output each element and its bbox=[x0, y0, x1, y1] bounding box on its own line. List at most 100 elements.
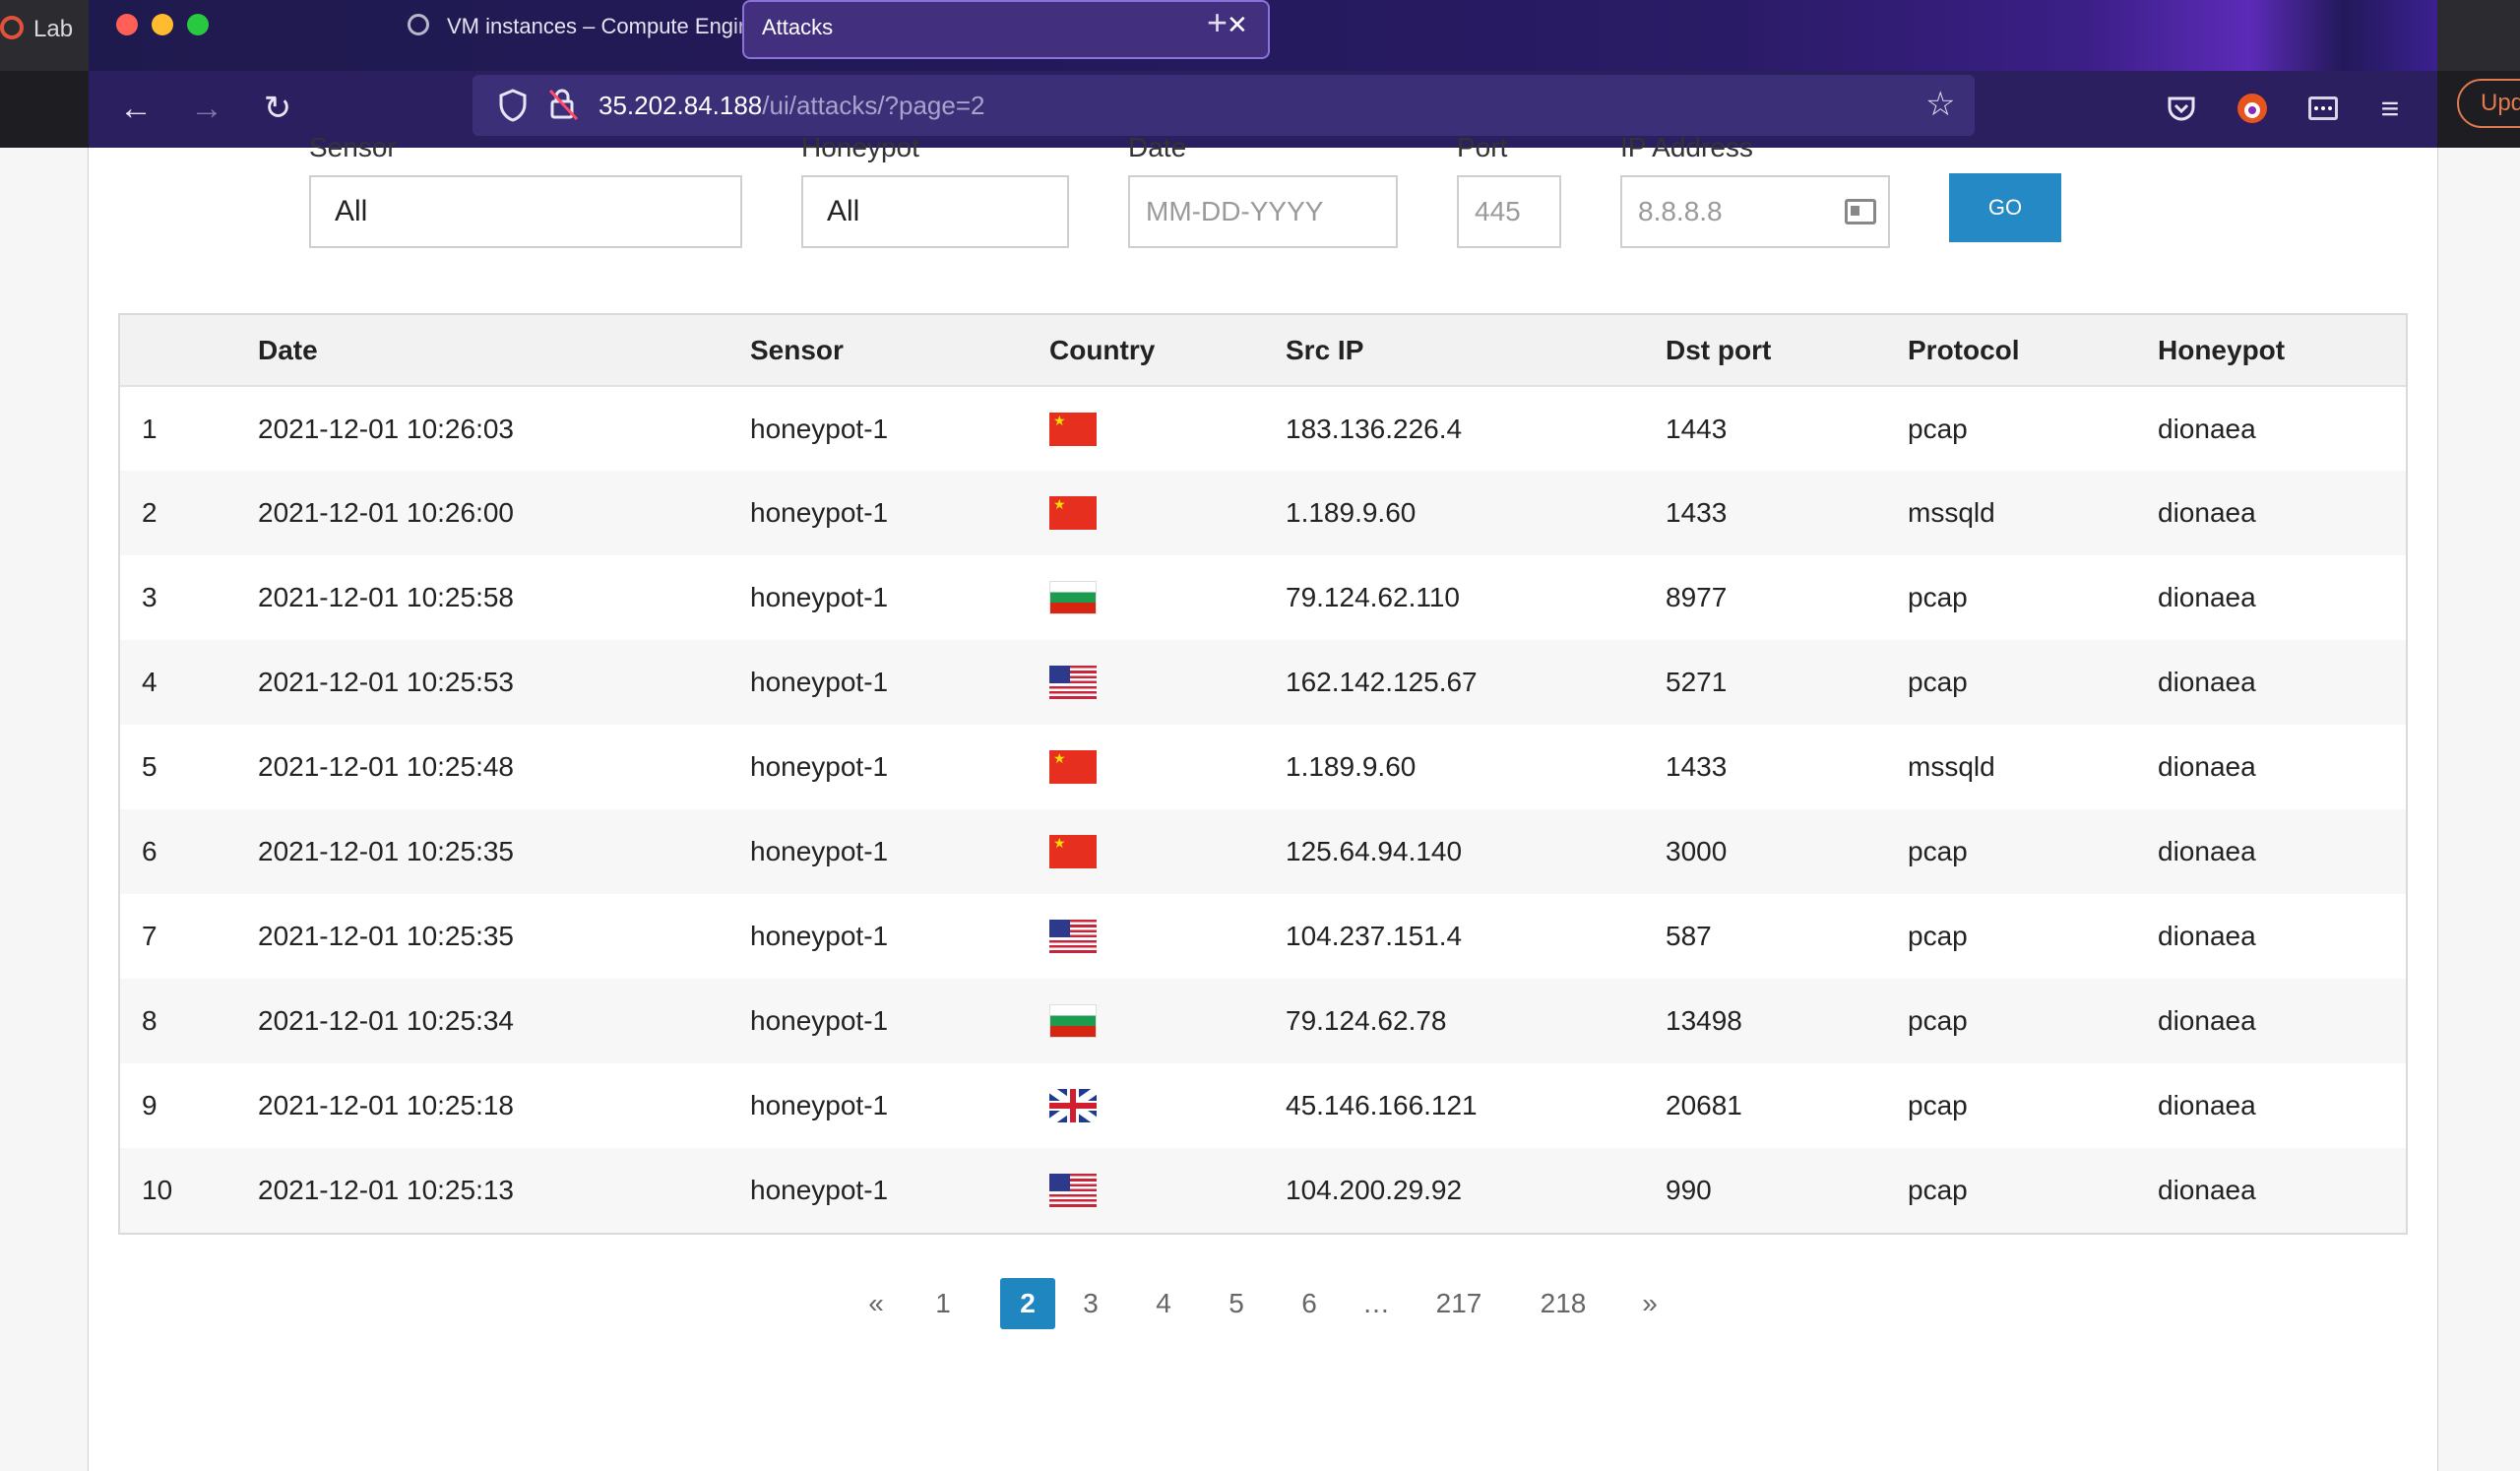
table-row: 22021-12-01 10:26:00honeypot-1 1.189.9.60… bbox=[120, 471, 2406, 555]
hamburger-menu-icon[interactable]: ≡ bbox=[2372, 91, 2408, 126]
pagination-page-6[interactable]: 6 bbox=[1292, 1278, 1327, 1329]
pagination-page-3[interactable]: 3 bbox=[1073, 1278, 1108, 1329]
src-ip-cell: 1.189.9.60 bbox=[1264, 471, 1644, 555]
pagination: « 1 2 3 4 5 6 … 217 218 » bbox=[89, 1278, 2437, 1333]
date-input[interactable]: MM-DD-YYYY bbox=[1128, 175, 1398, 248]
tab-attacks[interactable]: Attacks ✕ bbox=[742, 0, 1270, 59]
index-cell: 6 bbox=[120, 809, 236, 894]
honeypot-cell: dionaea bbox=[2136, 979, 2406, 1063]
go-button[interactable]: GO bbox=[1949, 173, 2061, 242]
sensor-cell: honeypot-1 bbox=[728, 809, 1028, 894]
background-window-navbar: 🔒 bbox=[0, 71, 91, 186]
column-header-honeypot: Honeypot bbox=[2136, 315, 2406, 387]
country-cell bbox=[1028, 1063, 1264, 1148]
background-tab-label[interactable]: Lab bbox=[33, 16, 73, 43]
flag-us-icon bbox=[1049, 920, 1097, 954]
sensor-cell: honeypot-1 bbox=[728, 555, 1028, 640]
close-window-button[interactable] bbox=[116, 14, 138, 35]
back-arrow-icon[interactable]: ← bbox=[114, 87, 158, 130]
pagination-page-2[interactable]: 2 bbox=[1000, 1278, 1055, 1329]
pocket-icon[interactable] bbox=[2164, 91, 2199, 126]
src-ip-cell: 79.124.62.110 bbox=[1264, 555, 1644, 640]
pagination-next[interactable]: » bbox=[1630, 1278, 1670, 1329]
honeypot-cell: dionaea bbox=[2136, 640, 2406, 725]
ip-address-input[interactable]: 8.8.8.8 bbox=[1620, 175, 1890, 248]
background-window-titlebar: Lab bbox=[0, 0, 91, 71]
src-ip-cell: 162.142.125.67 bbox=[1264, 640, 1644, 725]
dst-port-cell: 1433 bbox=[1644, 725, 1886, 809]
navigation-toolbar: ← → ↻ 35.202.84.188/ui/attacks/?page=2 ☆ bbox=[89, 71, 2437, 148]
src-ip-cell: 183.136.226.4 bbox=[1264, 386, 1644, 471]
firefox-account-icon[interactable] bbox=[2235, 91, 2270, 126]
honeypot-cell: dionaea bbox=[2136, 386, 2406, 471]
insecure-lock-icon[interactable] bbox=[547, 87, 581, 122]
dst-port-cell: 20681 bbox=[1644, 1063, 1886, 1148]
pagination-page-5[interactable]: 5 bbox=[1219, 1278, 1254, 1329]
index-cell: 5 bbox=[120, 725, 236, 809]
pagination-page-4[interactable]: 4 bbox=[1146, 1278, 1181, 1329]
index-cell: 9 bbox=[120, 1063, 236, 1148]
column-header-index bbox=[120, 315, 236, 387]
country-cell bbox=[1028, 894, 1264, 979]
protocol-cell: mssqld bbox=[1886, 471, 2136, 555]
honeypot-select[interactable]: All bbox=[801, 175, 1069, 248]
sensor-select[interactable]: All bbox=[309, 175, 742, 248]
column-header-protocol: Protocol bbox=[1886, 315, 2136, 387]
tracking-shield-icon[interactable] bbox=[498, 89, 528, 122]
column-header-src-ip: Src IP bbox=[1264, 315, 1644, 387]
pagination-page-217[interactable]: 217 bbox=[1421, 1278, 1496, 1329]
url-path: /ui/attacks/?page=2 bbox=[762, 91, 985, 120]
new-tab-plus-icon[interactable]: + bbox=[1207, 2, 1228, 43]
dst-port-cell: 13498 bbox=[1644, 979, 1886, 1063]
minimize-window-button[interactable] bbox=[152, 14, 173, 35]
pagination-page-218[interactable]: 218 bbox=[1526, 1278, 1601, 1329]
flag-us-icon bbox=[1049, 1174, 1097, 1208]
sensor-cell: honeypot-1 bbox=[728, 894, 1028, 979]
page-content: Sensor All Honeypot All Date MM-DD-YYYY … bbox=[89, 132, 2437, 1471]
date-cell: 2021-12-01 10:25:58 bbox=[236, 555, 728, 640]
table-row: 62021-12-01 10:25:35honeypot-1 125.64.94.… bbox=[120, 809, 2406, 894]
maximize-window-button[interactable] bbox=[187, 14, 209, 35]
flag-gb-icon bbox=[1049, 1089, 1097, 1123]
extension-icon[interactable] bbox=[2305, 91, 2341, 126]
close-icon[interactable]: ✕ bbox=[1227, 10, 1248, 40]
compute-engine-icon bbox=[408, 14, 429, 35]
country-cell bbox=[1028, 640, 1264, 725]
country-cell bbox=[1028, 471, 1264, 555]
table-row: 8 2021-12-01 10:25:34 honeypot-1 79.124.62.… bbox=[120, 979, 2406, 1063]
background-update-button[interactable]: Upd bbox=[2457, 79, 2520, 128]
port-input[interactable]: 445 bbox=[1457, 175, 1561, 248]
port-filter-label: Port bbox=[1457, 132, 1508, 162]
honeypot-cell: dionaea bbox=[2136, 894, 2406, 979]
date-cell: 2021-12-01 10:26:03 bbox=[236, 386, 728, 471]
background-window-titlebar-right bbox=[2437, 0, 2520, 71]
pagination-prev[interactable]: « bbox=[856, 1278, 896, 1329]
bookmark-star-icon[interactable]: ☆ bbox=[1925, 85, 1955, 124]
table-row: 4 2021-12-01 10:25:53 honeypot-1 162.142.12… bbox=[120, 640, 2406, 725]
country-cell bbox=[1028, 386, 1264, 471]
pagination-page-1[interactable]: 1 bbox=[925, 1278, 961, 1329]
flag-cn-icon bbox=[1049, 496, 1097, 531]
sensor-filter-label: Sensor bbox=[309, 132, 397, 162]
table-row: 10 2021-12-01 10:25:13 honeypot-1 104.200.2… bbox=[120, 1148, 2406, 1233]
date-cell: 2021-12-01 10:25:18 bbox=[236, 1063, 728, 1148]
src-ip-cell: 104.237.151.4 bbox=[1264, 894, 1644, 979]
protocol-cell: pcap bbox=[1886, 1063, 2136, 1148]
address-bar[interactable]: 35.202.84.188/ui/attacks/?page=2 ☆ bbox=[472, 75, 1975, 136]
background-tab-icon bbox=[0, 16, 24, 39]
forward-arrow-icon[interactable]: → bbox=[185, 87, 228, 130]
flag-cn-icon bbox=[1049, 412, 1097, 446]
dst-port-cell: 1443 bbox=[1644, 386, 1886, 471]
sensor-cell: honeypot-1 bbox=[728, 640, 1028, 725]
ip-filter-label: IP Address bbox=[1620, 132, 1753, 162]
honeypot-cell: dionaea bbox=[2136, 725, 2406, 809]
table-row: 7 2021-12-01 10:25:35 honeypot-1 104.237.15… bbox=[120, 894, 2406, 979]
reload-icon[interactable]: ↻ bbox=[256, 87, 299, 130]
date-cell: 2021-12-01 10:25:35 bbox=[236, 809, 728, 894]
protocol-cell: pcap bbox=[1886, 979, 2136, 1063]
column-header-date: Date bbox=[236, 315, 728, 387]
autofill-contact-card-icon[interactable] bbox=[1845, 199, 1876, 224]
index-cell: 10 bbox=[120, 1148, 236, 1233]
url-text[interactable]: 35.202.84.188/ui/attacks/?page=2 bbox=[598, 91, 985, 121]
src-ip-cell: 1.189.9.60 bbox=[1264, 725, 1644, 809]
